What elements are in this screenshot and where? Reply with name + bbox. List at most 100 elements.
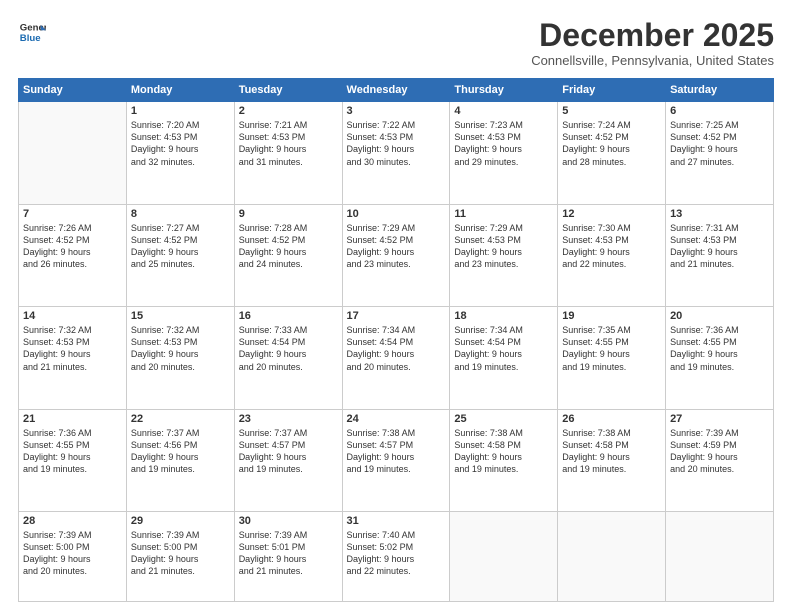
col-monday: Monday [126,79,234,102]
day-info: Sunrise: 7:36 AM Sunset: 4:55 PM Dayligh… [23,427,122,476]
day-info: Sunrise: 7:40 AM Sunset: 5:02 PM Dayligh… [347,529,446,578]
table-row: 17 Sunrise: 7:34 AM Sunset: 4:54 PM Dayli… [342,307,450,409]
table-row: 11 Sunrise: 7:29 AM Sunset: 4:53 PM Dayli… [450,204,558,306]
col-tuesday: Tuesday [234,79,342,102]
day-info: Sunrise: 7:39 AM Sunset: 4:59 PM Dayligh… [670,427,769,476]
day-number: 31 [347,515,446,527]
day-info: Sunrise: 7:24 AM Sunset: 4:52 PM Dayligh… [562,119,661,168]
day-info: Sunrise: 7:36 AM Sunset: 4:55 PM Dayligh… [670,324,769,373]
day-number: 24 [347,413,446,425]
day-info: Sunrise: 7:27 AM Sunset: 4:52 PM Dayligh… [131,222,230,271]
day-info: Sunrise: 7:31 AM Sunset: 4:53 PM Dayligh… [670,222,769,271]
table-row: 3 Sunrise: 7:22 AM Sunset: 4:53 PM Daylig… [342,102,450,204]
day-number: 1 [131,105,230,117]
day-info: Sunrise: 7:32 AM Sunset: 4:53 PM Dayligh… [131,324,230,373]
col-sunday: Sunday [19,79,127,102]
day-number: 12 [562,208,661,220]
day-number: 6 [670,105,769,117]
day-info: Sunrise: 7:34 AM Sunset: 4:54 PM Dayligh… [347,324,446,373]
day-number: 28 [23,515,122,527]
day-info: Sunrise: 7:38 AM Sunset: 4:58 PM Dayligh… [454,427,553,476]
table-row: 24 Sunrise: 7:38 AM Sunset: 4:57 PM Dayli… [342,409,450,511]
day-number: 25 [454,413,553,425]
day-number: 5 [562,105,661,117]
table-row: 5 Sunrise: 7:24 AM Sunset: 4:52 PM Daylig… [558,102,666,204]
table-row: 29 Sunrise: 7:39 AM Sunset: 5:00 PM Dayli… [126,512,234,602]
day-number: 8 [131,208,230,220]
day-number: 23 [239,413,338,425]
table-row: 9Sunrise: 7:28 AM Sunset: 4:52 PM Daylig… [234,204,342,306]
table-row: 27 Sunrise: 7:39 AM Sunset: 4:59 PM Dayli… [666,409,774,511]
table-row: 16 Sunrise: 7:33 AM Sunset: 4:54 PM Dayli… [234,307,342,409]
table-row: 10Sunrise: 7:29 AM Sunset: 4:52 PM Dayli… [342,204,450,306]
day-number: 17 [347,310,446,322]
day-number: 29 [131,515,230,527]
col-wednesday: Wednesday [342,79,450,102]
table-row: 22 Sunrise: 7:37 AM Sunset: 4:56 PM Dayli… [126,409,234,511]
day-info: Sunrise: 7:39 AM Sunset: 5:00 PM Dayligh… [131,529,230,578]
day-number: 2 [239,105,338,117]
svg-text:Blue: Blue [20,33,41,44]
day-info: Sunrise: 7:39 AM Sunset: 5:01 PM Dayligh… [239,529,338,578]
day-number: 13 [670,208,769,220]
table-row: 8 Sunrise: 7:27 AM Sunset: 4:52 PM Daylig… [126,204,234,306]
table-row: 2 Sunrise: 7:21 AM Sunset: 4:53 PM Daylig… [234,102,342,204]
day-info: Sunrise: 7:20 AM Sunset: 4:53 PM Dayligh… [131,119,230,168]
day-info: Sunrise: 7:23 AM Sunset: 4:53 PM Dayligh… [454,119,553,168]
day-info: Sunrise: 7:34 AM Sunset: 4:54 PM Dayligh… [454,324,553,373]
day-number: 14 [23,310,122,322]
day-info: Sunrise: 7:38 AM Sunset: 4:57 PM Dayligh… [347,427,446,476]
header: General Blue December 2025 Connellsville… [18,18,774,68]
day-info: Sunrise: 7:37 AM Sunset: 4:56 PM Dayligh… [131,427,230,476]
day-number: 18 [454,310,553,322]
day-number: 30 [239,515,338,527]
table-row: 23Sunrise: 7:37 AM Sunset: 4:57 PM Dayli… [234,409,342,511]
table-row [666,512,774,602]
day-number: 26 [562,413,661,425]
day-number: 4 [454,105,553,117]
table-row: 18 Sunrise: 7:34 AM Sunset: 4:54 PM Dayli… [450,307,558,409]
table-row: 28 Sunrise: 7:39 AM Sunset: 5:00 PM Dayli… [19,512,127,602]
day-number: 27 [670,413,769,425]
day-number: 20 [670,310,769,322]
day-info: Sunrise: 7:21 AM Sunset: 4:53 PM Dayligh… [239,119,338,168]
day-info: Sunrise: 7:26 AM Sunset: 4:52 PM Dayligh… [23,222,122,271]
table-row: 25 Sunrise: 7:38 AM Sunset: 4:58 PM Dayli… [450,409,558,511]
day-info: Sunrise: 7:32 AM Sunset: 4:53 PM Dayligh… [23,324,122,373]
table-row [450,512,558,602]
col-friday: Friday [558,79,666,102]
table-row: 6 Sunrise: 7:25 AM Sunset: 4:52 PM Daylig… [666,102,774,204]
day-number: 16 [239,310,338,322]
table-row: 26Sunrise: 7:38 AM Sunset: 4:58 PM Dayli… [558,409,666,511]
day-number: 10 [347,208,446,220]
day-number: 3 [347,105,446,117]
day-info: Sunrise: 7:28 AM Sunset: 4:52 PM Dayligh… [239,222,338,271]
day-info: Sunrise: 7:39 AM Sunset: 5:00 PM Dayligh… [23,529,122,578]
col-saturday: Saturday [666,79,774,102]
location: Connellsville, Pennsylvania, United Stat… [531,53,774,68]
day-number: 15 [131,310,230,322]
day-number: 7 [23,208,122,220]
table-row: 20 Sunrise: 7:36 AM Sunset: 4:55 PM Dayli… [666,307,774,409]
day-number: 22 [131,413,230,425]
table-row: 14 Sunrise: 7:32 AM Sunset: 4:53 PM Dayli… [19,307,127,409]
day-info: Sunrise: 7:30 AM Sunset: 4:53 PM Dayligh… [562,222,661,271]
title-block: December 2025 Connellsville, Pennsylvani… [531,18,774,68]
table-row: 1 Sunrise: 7:20 AM Sunset: 4:53 PM Daylig… [126,102,234,204]
day-info: Sunrise: 7:22 AM Sunset: 4:53 PM Dayligh… [347,119,446,168]
calendar-week-row: 28 Sunrise: 7:39 AM Sunset: 5:00 PM Dayli… [19,512,774,602]
day-info: Sunrise: 7:33 AM Sunset: 4:54 PM Dayligh… [239,324,338,373]
table-row: 19 Sunrise: 7:35 AM Sunset: 4:55 PM Dayli… [558,307,666,409]
table-row: 21 Sunrise: 7:36 AM Sunset: 4:55 PM Dayli… [19,409,127,511]
logo: General Blue [18,18,46,46]
day-number: 19 [562,310,661,322]
calendar-header-row: Sunday Monday Tuesday Wednesday Thursday… [19,79,774,102]
day-info: Sunrise: 7:29 AM Sunset: 4:53 PM Dayligh… [454,222,553,271]
day-number: 11 [454,208,553,220]
day-number: 21 [23,413,122,425]
table-row [558,512,666,602]
table-row: 31 Sunrise: 7:40 AM Sunset: 5:02 PM Dayli… [342,512,450,602]
calendar-week-row: 1 Sunrise: 7:20 AM Sunset: 4:53 PM Daylig… [19,102,774,204]
day-info: Sunrise: 7:35 AM Sunset: 4:55 PM Dayligh… [562,324,661,373]
day-info: Sunrise: 7:25 AM Sunset: 4:52 PM Dayligh… [670,119,769,168]
